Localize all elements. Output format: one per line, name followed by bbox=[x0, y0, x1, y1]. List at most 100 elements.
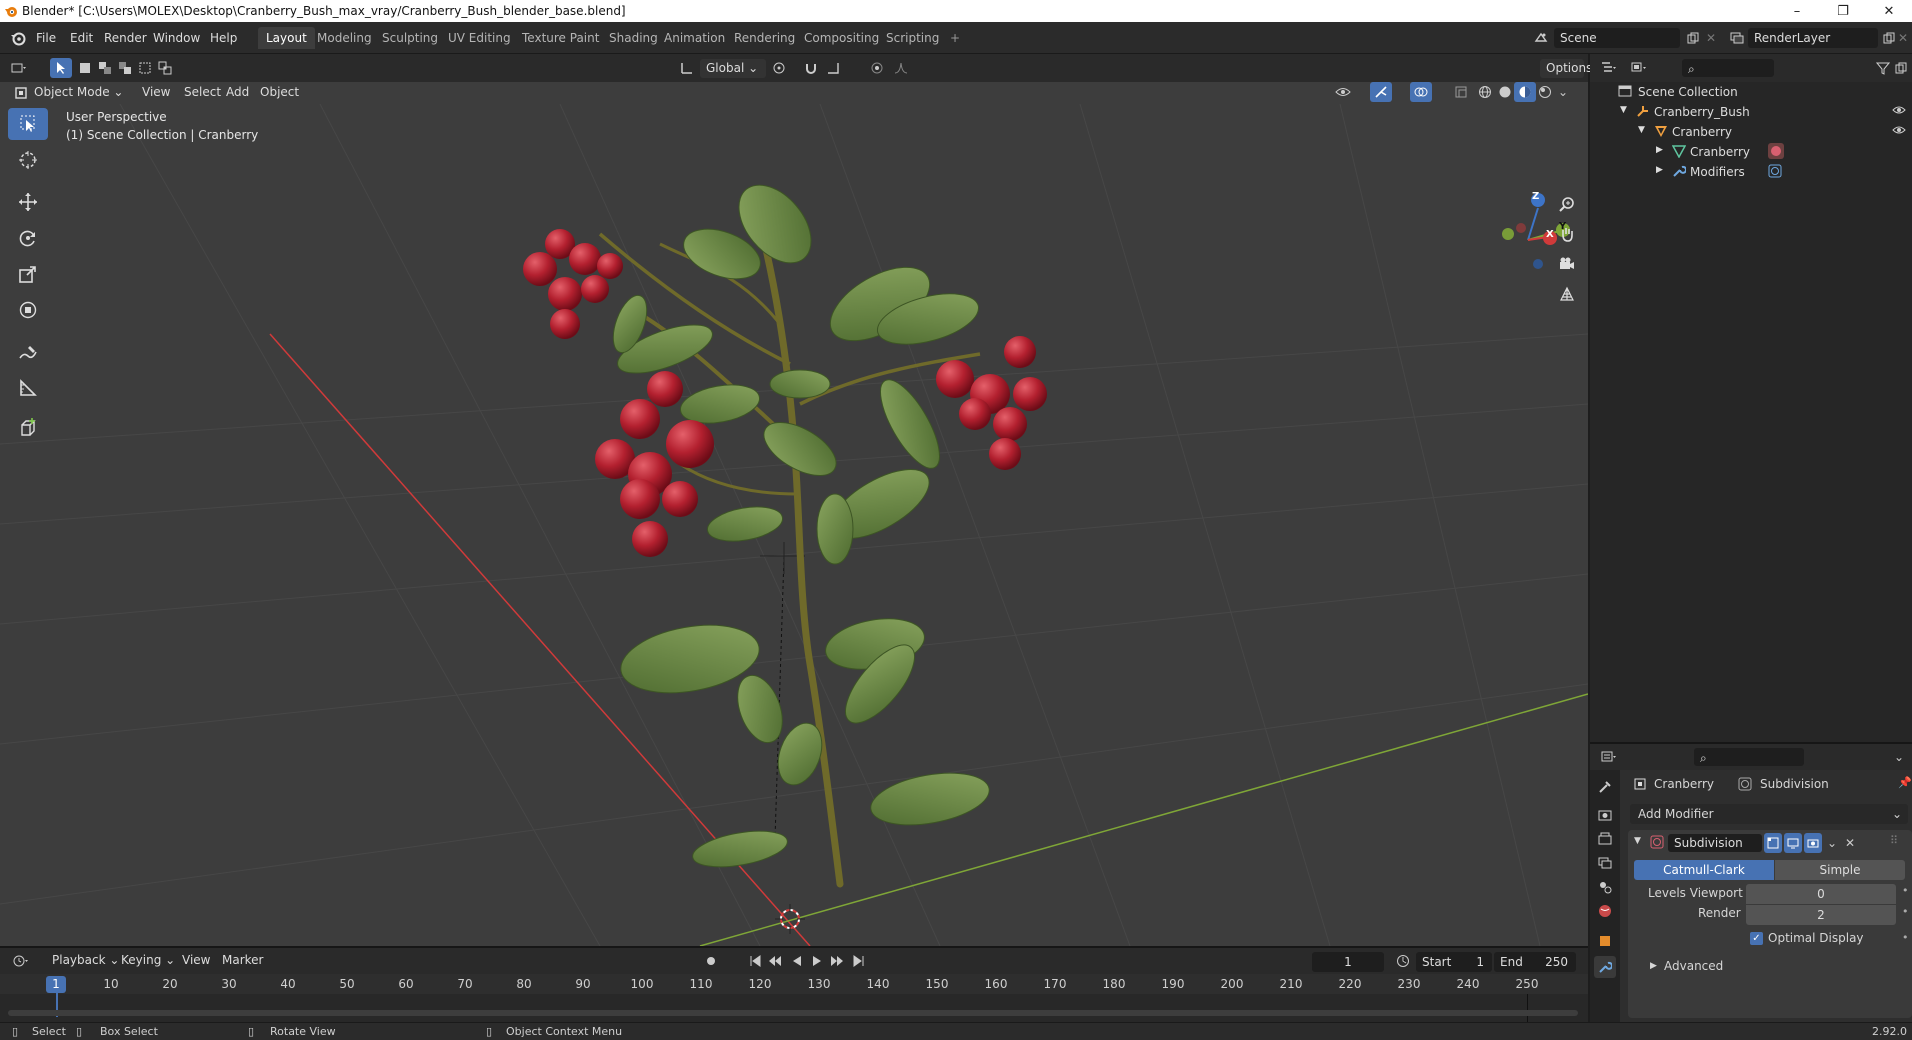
xray-toggle-icon[interactable] bbox=[1450, 82, 1472, 102]
properties-editor-icon[interactable] bbox=[1598, 747, 1620, 767]
3d-viewport[interactable]: Object Mode ⌄ View Select Add Object ⌄ U… bbox=[0, 82, 1588, 946]
catmull-clark-button[interactable]: Catmull-Clark bbox=[1634, 860, 1774, 880]
modifier-name-field[interactable]: Subdivision bbox=[1668, 834, 1762, 852]
options-dropdown[interactable]: Options bbox=[1540, 59, 1592, 78]
chevron-down-icon[interactable]: ⌄ bbox=[1890, 747, 1908, 767]
menu-marker[interactable]: Marker bbox=[216, 951, 269, 970]
new-collection-icon[interactable] bbox=[1892, 58, 1910, 78]
camera-view-icon[interactable] bbox=[1556, 254, 1578, 274]
jump-end-icon[interactable] bbox=[848, 951, 870, 971]
3d-cursor[interactable] bbox=[775, 904, 805, 934]
visibility-icon[interactable] bbox=[1332, 82, 1354, 102]
timeline-area[interactable]: 1 10 20 30 40 50 60 70 80 90 100 110 120… bbox=[0, 974, 1588, 1022]
preview-range-icon[interactable] bbox=[1392, 951, 1414, 971]
falloff-icon[interactable] bbox=[890, 58, 912, 78]
timeline-editor-icon[interactable] bbox=[10, 951, 32, 971]
expand-advanced-icon[interactable]: ▶ bbox=[1650, 961, 1657, 971]
viewport-toggle-icon[interactable] bbox=[1784, 833, 1802, 853]
outliner-row[interactable]: ▶ Modifiers bbox=[1590, 162, 1912, 182]
tab-texture-paint[interactable]: Texture Paint bbox=[514, 27, 607, 49]
start-frame-field[interactable]: Start 1 bbox=[1416, 952, 1492, 972]
render-toggle-icon[interactable] bbox=[1804, 833, 1822, 853]
outliner-row[interactable]: ▼ Cranberry bbox=[1590, 122, 1912, 142]
wireframe-shading-icon[interactable] bbox=[1474, 82, 1496, 102]
keyframe-dot-icon[interactable]: • bbox=[1902, 884, 1909, 897]
edit-mode-toggle-icon[interactable] bbox=[1764, 833, 1782, 853]
overlay-toggle-icon[interactable] bbox=[1410, 82, 1432, 102]
visibility-eye-icon[interactable] bbox=[1892, 124, 1906, 136]
outliner-row[interactable]: ▶ Cranberry bbox=[1590, 142, 1912, 162]
tab-layout[interactable]: Layout bbox=[258, 27, 315, 49]
remove-modifier-icon[interactable]: ✕ bbox=[1842, 833, 1858, 853]
expand-down-icon[interactable]: ▼ bbox=[1638, 125, 1645, 135]
material-preview-icon[interactable] bbox=[1514, 82, 1536, 102]
end-frame-field[interactable]: End 250 bbox=[1494, 952, 1576, 972]
timeline-scrollbar[interactable] bbox=[8, 1010, 1578, 1016]
outliner-row[interactable]: Scene Collection bbox=[1590, 82, 1912, 102]
rendered-shading-icon[interactable] bbox=[1534, 82, 1556, 102]
display-mode-icon[interactable] bbox=[1628, 58, 1650, 78]
drag-handle-icon[interactable]: ⠿ bbox=[1890, 834, 1898, 847]
menu-add[interactable]: Add bbox=[220, 83, 255, 102]
tab-sculpting[interactable]: Sculpting bbox=[374, 27, 446, 49]
add-cube-tool[interactable] bbox=[8, 412, 48, 444]
tab-uv-editing[interactable]: UV Editing bbox=[440, 27, 519, 49]
pan-hand-icon[interactable] bbox=[1556, 224, 1578, 244]
scene-name-field[interactable]: Scene bbox=[1554, 28, 1680, 48]
scene-icon[interactable] bbox=[1530, 28, 1552, 48]
annotate-tool[interactable] bbox=[8, 336, 48, 368]
tab-compositing[interactable]: Compositing bbox=[796, 27, 887, 49]
tab-modeling[interactable]: Modeling bbox=[309, 27, 380, 49]
menu-help[interactable]: Help bbox=[206, 29, 241, 47]
optimal-display-checkbox[interactable]: ✓ bbox=[1750, 932, 1763, 945]
scale-tool[interactable] bbox=[8, 258, 48, 290]
jump-keyframe-back-icon[interactable] bbox=[764, 951, 786, 971]
zoom-icon[interactable] bbox=[1556, 194, 1578, 214]
levels-viewport-field[interactable]: 0 bbox=[1746, 884, 1896, 904]
menu-edit[interactable]: Edit bbox=[66, 29, 97, 47]
maximize-button[interactable]: ❐ bbox=[1820, 0, 1866, 22]
cursor-tool[interactable] bbox=[8, 144, 48, 176]
select-extend-icon[interactable] bbox=[94, 58, 116, 78]
tool-tab-icon[interactable] bbox=[1594, 776, 1616, 798]
world-tab-icon[interactable] bbox=[1594, 900, 1616, 922]
filter-icon[interactable] bbox=[1872, 58, 1894, 78]
select-subtract-icon[interactable] bbox=[114, 58, 136, 78]
menu-playback[interactable]: Playback ⌄ bbox=[46, 951, 125, 970]
move-tool[interactable] bbox=[8, 186, 48, 218]
ortho-grid-icon[interactable] bbox=[1556, 284, 1578, 304]
snap-target-icon[interactable] bbox=[822, 58, 844, 78]
scene-tab-icon[interactable] bbox=[1594, 876, 1616, 898]
add-modifier-dropdown[interactable]: Add Modifier ⌄ bbox=[1630, 804, 1908, 824]
play-icon[interactable] bbox=[806, 951, 828, 971]
transform-tool[interactable] bbox=[8, 294, 48, 326]
menu-object[interactable]: Object bbox=[254, 83, 305, 102]
gizmo-toggle-icon[interactable] bbox=[1370, 82, 1392, 102]
menu-view[interactable]: View bbox=[136, 83, 176, 102]
render-tab-icon[interactable] bbox=[1594, 804, 1616, 826]
current-frame-indicator[interactable]: 1 bbox=[46, 976, 66, 993]
shading-options-chevron-icon[interactable]: ⌄ bbox=[1556, 82, 1570, 102]
snap-icon[interactable] bbox=[800, 58, 822, 78]
subdivision-modifier-icon[interactable] bbox=[1768, 164, 1782, 178]
view-layer-tab-icon[interactable] bbox=[1594, 852, 1616, 874]
simple-button[interactable]: Simple bbox=[1775, 860, 1905, 880]
view-layer-field[interactable]: RenderLayer bbox=[1748, 28, 1878, 48]
output-tab-icon[interactable] bbox=[1594, 828, 1616, 850]
expand-right-icon[interactable]: ▶ bbox=[1656, 165, 1663, 175]
select-mode-icon[interactable] bbox=[50, 58, 72, 78]
menu-window[interactable]: Window bbox=[149, 29, 204, 47]
auto-keying-icon[interactable] bbox=[700, 951, 722, 971]
add-workspace-button[interactable]: + bbox=[942, 27, 968, 49]
cranberry-plant[interactable] bbox=[523, 172, 1047, 888]
pivot-point-icon[interactable] bbox=[768, 58, 790, 78]
object-mode-dropdown[interactable]: Object Mode ⌄ bbox=[28, 83, 129, 102]
object-tab-icon[interactable] bbox=[1594, 930, 1616, 952]
collapse-modifier-icon[interactable]: ▼ bbox=[1634, 836, 1641, 846]
select-box-tool[interactable] bbox=[8, 108, 48, 140]
proportional-edit-icon[interactable] bbox=[866, 58, 888, 78]
jump-keyframe-forward-icon[interactable] bbox=[826, 951, 848, 971]
select-new-icon[interactable] bbox=[74, 58, 96, 78]
minimize-button[interactable]: – bbox=[1774, 0, 1820, 22]
tab-animation[interactable]: Animation bbox=[656, 27, 733, 49]
